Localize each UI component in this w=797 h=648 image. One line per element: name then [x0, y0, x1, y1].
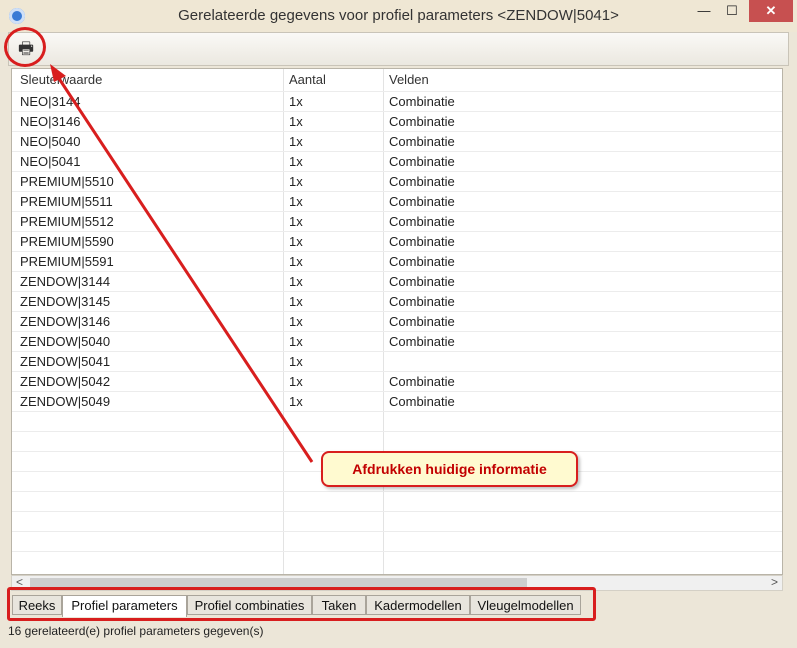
- cell-velden: Combinatie: [389, 114, 455, 129]
- related-data-grid[interactable]: Sleutelwaarde Aantal Velden NEO|3144 1x Co…: [11, 68, 783, 575]
- cell-sleutelwaarde: ZENDOW|3144: [20, 274, 111, 289]
- cell-velden: Combinatie: [389, 254, 455, 269]
- cell-velden: Combinatie: [389, 134, 455, 149]
- table-row[interactable]: ZENDOW|3144 1x Combinatie: [12, 271, 782, 291]
- cell-velden: Combinatie: [389, 374, 455, 389]
- tab-reeks[interactable]: Reeks: [12, 595, 62, 615]
- cell-sleutelwaarde: ZENDOW|3145: [20, 294, 111, 309]
- tab-profiel-parameters[interactable]: Profiel parameters: [62, 595, 187, 617]
- tab-kadermodellen[interactable]: Kadermodellen: [366, 595, 470, 615]
- cell-velden: Combinatie: [389, 94, 455, 109]
- close-button[interactable]: ✕: [749, 0, 793, 22]
- grid-header: Sleutelwaarde Aantal Velden: [12, 69, 782, 91]
- cell-aantal: 1x: [289, 394, 303, 409]
- cell-aantal: 1x: [289, 154, 303, 169]
- table-row[interactable]: NEO|5040 1x Combinatie: [12, 131, 782, 151]
- annotation-callout: Afdrukken huidige informatie: [321, 451, 578, 487]
- cell-velden: Combinatie: [389, 194, 455, 209]
- cell-sleutelwaarde: PREMIUM|5591: [20, 254, 114, 269]
- dialog-window: Gerelateerde gegevens voor profiel param…: [0, 0, 797, 648]
- column-header-velden[interactable]: Velden: [389, 72, 429, 87]
- column-header-sleutelwaarde[interactable]: Sleutelwaarde: [20, 72, 102, 87]
- cell-aantal: 1x: [289, 214, 303, 229]
- cell-aantal: 1x: [289, 294, 303, 309]
- cell-velden: Combinatie: [389, 334, 455, 349]
- table-row[interactable]: ZENDOW|5041 1x: [12, 351, 782, 371]
- table-row[interactable]: ZENDOW|5040 1x Combinatie: [12, 331, 782, 351]
- cell-aantal: 1x: [289, 134, 303, 149]
- cell-velden: Combinatie: [389, 394, 455, 409]
- table-row[interactable]: ZENDOW|3146 1x Combinatie: [12, 311, 782, 331]
- cell-aantal: 1x: [289, 374, 303, 389]
- cell-aantal: 1x: [289, 274, 303, 289]
- cell-velden: Combinatie: [389, 234, 455, 249]
- cell-sleutelwaarde: PREMIUM|5512: [20, 214, 114, 229]
- cell-velden: Combinatie: [389, 274, 455, 289]
- cell-aantal: 1x: [289, 314, 303, 329]
- status-bar: 16 gerelateerd(e) profiel parameters geg…: [8, 624, 264, 638]
- cell-aantal: 1x: [289, 334, 303, 349]
- scroll-right-arrow[interactable]: >: [771, 575, 778, 589]
- cell-sleutelwaarde: NEO|3146: [20, 114, 81, 129]
- table-row[interactable]: PREMIUM|5590 1x Combinatie: [12, 231, 782, 251]
- table-row: [12, 551, 782, 571]
- table-row[interactable]: PREMIUM|5511 1x Combinatie: [12, 191, 782, 211]
- cell-sleutelwaarde: NEO|3144: [20, 94, 81, 109]
- table-row: [12, 491, 782, 511]
- table-row[interactable]: ZENDOW|3145 1x Combinatie: [12, 291, 782, 311]
- cell-sleutelwaarde: PREMIUM|5510: [20, 174, 114, 189]
- cell-velden: Combinatie: [389, 174, 455, 189]
- table-row: [12, 411, 782, 431]
- table-row[interactable]: PREMIUM|5512 1x Combinatie: [12, 211, 782, 231]
- cell-aantal: 1x: [289, 254, 303, 269]
- cell-sleutelwaarde: ZENDOW|5040: [20, 334, 111, 349]
- cell-aantal: 1x: [289, 354, 303, 369]
- table-row[interactable]: PREMIUM|5591 1x Combinatie: [12, 251, 782, 271]
- table-row[interactable]: NEO|3144 1x Combinatie: [12, 91, 782, 111]
- cell-aantal: 1x: [289, 114, 303, 129]
- cell-sleutelwaarde: ZENDOW|5041: [20, 354, 111, 369]
- tab-profiel-combinaties[interactable]: Profiel combinaties: [187, 595, 312, 615]
- table-row[interactable]: NEO|5041 1x Combinatie: [12, 151, 782, 171]
- cell-sleutelwaarde: PREMIUM|5511: [20, 194, 113, 209]
- tab-taken[interactable]: Taken: [312, 595, 366, 615]
- cell-sleutelwaarde: ZENDOW|5049: [20, 394, 111, 409]
- cell-velden: Combinatie: [389, 154, 455, 169]
- table-row: [12, 531, 782, 551]
- title-bar: Gerelateerde gegevens voor profiel param…: [0, 0, 797, 32]
- maximize-button[interactable]: ☐: [718, 0, 746, 22]
- scroll-left-arrow[interactable]: <: [16, 575, 23, 589]
- cell-velden: Combinatie: [389, 314, 455, 329]
- cell-aantal: 1x: [289, 94, 303, 109]
- cell-sleutelwaarde: PREMIUM|5590: [20, 234, 114, 249]
- table-row[interactable]: ZENDOW|5042 1x Combinatie: [12, 371, 782, 391]
- table-row: [12, 511, 782, 531]
- cell-velden: Combinatie: [389, 214, 455, 229]
- tab-vleugelmodellen[interactable]: Vleugelmodellen: [470, 595, 581, 615]
- column-header-aantal[interactable]: Aantal: [289, 72, 326, 87]
- cell-aantal: 1x: [289, 194, 303, 209]
- minimize-button[interactable]: —: [690, 0, 718, 22]
- cell-sleutelwaarde: NEO|5041: [20, 154, 81, 169]
- table-row[interactable]: PREMIUM|5510 1x Combinatie: [12, 171, 782, 191]
- window-title: Gerelateerde gegevens voor profiel param…: [178, 7, 619, 24]
- cell-sleutelwaarde: NEO|5040: [20, 134, 81, 149]
- table-row[interactable]: NEO|3146 1x Combinatie: [12, 111, 782, 131]
- cell-aantal: 1x: [289, 174, 303, 189]
- cell-velden: Combinatie: [389, 294, 455, 309]
- cell-sleutelwaarde: ZENDOW|3146: [20, 314, 111, 329]
- scroll-thumb[interactable]: [30, 578, 527, 588]
- cell-aantal: 1x: [289, 234, 303, 249]
- table-row[interactable]: ZENDOW|5049 1x Combinatie: [12, 391, 782, 411]
- print-highlight-circle: [4, 27, 46, 67]
- cell-sleutelwaarde: ZENDOW|5042: [20, 374, 111, 389]
- toolbar: 🖶: [8, 32, 789, 66]
- table-row: [12, 431, 782, 451]
- horizontal-scrollbar[interactable]: < >: [11, 575, 783, 591]
